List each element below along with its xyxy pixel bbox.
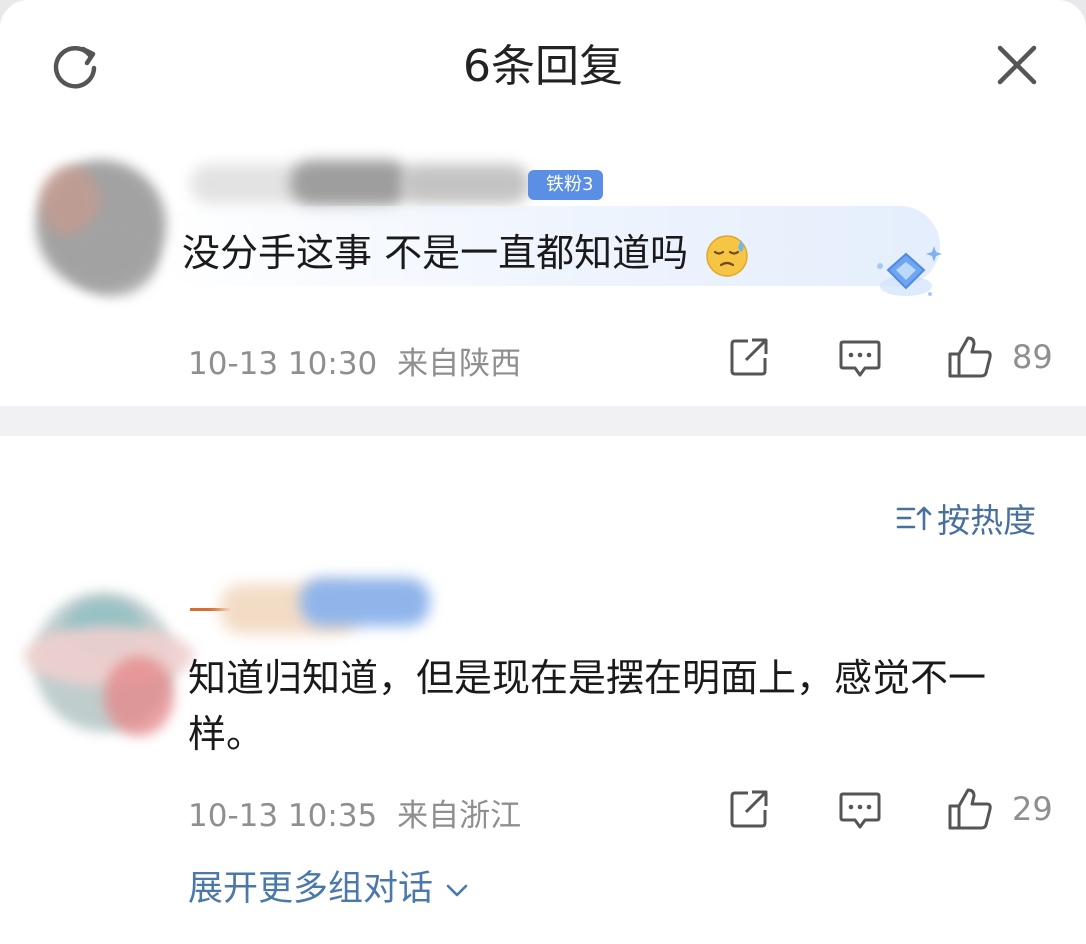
avatar[interactable] <box>28 156 178 306</box>
like-icon[interactable] <box>946 334 994 380</box>
reply-date: 10-13 10:35 <box>188 798 378 834</box>
section-divider <box>0 406 1086 436</box>
diamond-decoration-icon <box>877 246 942 296</box>
reply-username[interactable] <box>190 572 440 642</box>
comment-text: 没分手这事 不是一直都知道吗 <box>182 222 750 279</box>
share-icon[interactable] <box>728 336 770 378</box>
sheet-header: 6条回复 <box>0 0 1086 129</box>
reply-text: 知道归知道，但是现在是摆在明面上，感觉不一样。 <box>188 656 987 756</box>
replies-sheet: 6条回复 铁粉3 没分手这事 不是一直都知道吗 10-13 10:30 来自陕西… <box>0 0 1086 944</box>
expand-label: 展开更多组对话 <box>188 869 434 909</box>
expand-more-button[interactable]: 展开更多组对话 <box>188 860 470 911</box>
close-icon[interactable] <box>994 42 1040 88</box>
sort-label: 按热度 <box>937 501 1037 540</box>
page-title: 6条回复 <box>463 41 623 92</box>
reply-location: 来自浙江 <box>397 798 522 834</box>
like-count: 89 <box>1012 338 1053 376</box>
sort-icon <box>896 506 932 531</box>
like-count: 29 <box>1012 790 1053 828</box>
comment-icon[interactable] <box>838 338 882 380</box>
comment-location: 来自陕西 <box>397 346 522 382</box>
reply-meta: 10-13 10:35 来自浙江 <box>188 790 521 835</box>
sort-by-hot-button[interactable]: 按热度 <box>896 494 1037 540</box>
comment-date: 10-13 10:30 <box>188 346 378 382</box>
chevron-down-icon <box>446 884 468 897</box>
comment-meta: 10-13 10:30 来自陕西 <box>188 338 521 383</box>
sweat-emoji-icon <box>706 234 748 277</box>
root-comment: 铁粉3 没分手这事 不是一直都知道吗 10-13 10:30 来自陕西 89 <box>0 128 1086 406</box>
comment-icon[interactable] <box>838 790 882 832</box>
share-icon[interactable] <box>728 788 770 830</box>
reply-avatar[interactable] <box>24 586 194 746</box>
fan-level-badge: 铁粉3 <box>528 170 604 200</box>
like-icon[interactable] <box>946 786 994 832</box>
